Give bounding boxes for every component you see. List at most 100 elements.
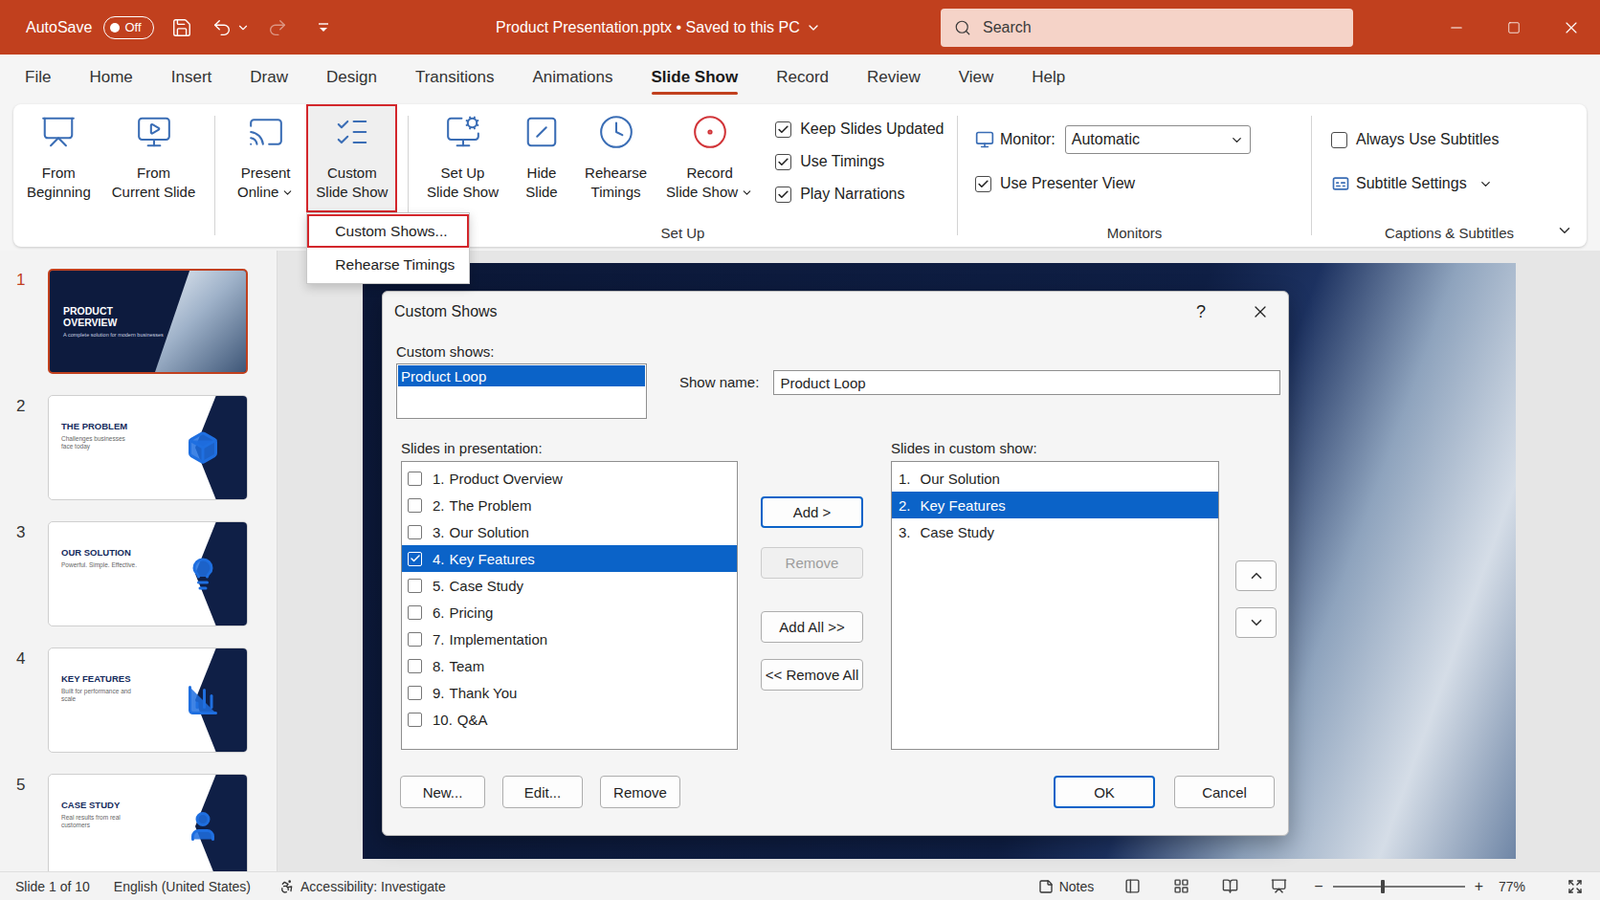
dialog-button[interactable]: Cancel (1174, 776, 1275, 809)
slide-thumbnail-row[interactable]: 1PRODUCT OVERVIEWA complete solution for… (0, 268, 277, 375)
slide-checkbox[interactable] (407, 578, 423, 594)
slide-thumbnail-row[interactable]: 2THE PROBLEMChallenges businesses face t… (0, 395, 277, 501)
ribbon-button[interactable]: RehearseTimings (577, 104, 654, 213)
language-status[interactable]: English (United States) (113, 879, 251, 895)
transfer-button[interactable]: Add > (760, 496, 864, 529)
ribbon-tab[interactable]: Design (326, 54, 378, 101)
ribbon-button[interactable]: FromBeginning (20, 104, 98, 213)
custom-shows-list[interactable]: Product Loop (396, 363, 647, 420)
move-up-button[interactable] (1235, 560, 1277, 592)
dialog-button[interactable]: Remove (600, 776, 681, 809)
ribbon-tab[interactable]: Transitions (415, 54, 495, 101)
transfer-button[interactable]: Add All >> (760, 611, 864, 644)
reading-view-icon[interactable] (1222, 878, 1239, 895)
presentation-slide-item[interactable]: 4.Key Features (401, 545, 737, 573)
checkbox-box[interactable] (775, 121, 792, 138)
slide-checkbox[interactable] (407, 498, 423, 513)
transfer-button[interactable]: << Remove All (760, 659, 864, 691)
accessibility-status[interactable]: Accessibility: Investigate (279, 879, 446, 895)
ribbon-tab[interactable]: Help (1031, 54, 1066, 101)
ribbon-button[interactable]: HideSlide (511, 104, 573, 213)
presentation-slide-item[interactable]: 1.Product Overview (401, 465, 737, 492)
collapse-ribbon-button[interactable] (1555, 222, 1574, 240)
ribbon-button[interactable]: PresentOnline (230, 104, 301, 213)
ribbon-tab[interactable]: Draw (249, 54, 289, 101)
slide-checkbox[interactable] (407, 659, 423, 674)
presentation-slide-item[interactable]: 6.Pricing (401, 599, 737, 626)
monitor-select[interactable]: Automatic (1065, 125, 1251, 155)
zoom-level[interactable]: 77% (1498, 879, 1526, 895)
ribbon-checkbox[interactable]: Use Timings (775, 145, 944, 178)
zoom-slider-thumb[interactable] (1380, 880, 1385, 894)
ribbon-tab[interactable]: File (24, 54, 51, 101)
slide-checkbox[interactable] (407, 686, 423, 701)
maximize-button[interactable] (1485, 0, 1543, 55)
ribbon-tab[interactable]: Home (88, 54, 133, 101)
undo-button[interactable] (211, 17, 233, 39)
ribbon-checkbox[interactable]: Play Narrations (775, 177, 944, 211)
ribbon-tab[interactable]: View (958, 54, 995, 101)
custom-show-slide-item[interactable]: 3.Case Study (891, 518, 1219, 546)
slide-checkbox[interactable] (407, 552, 423, 567)
ribbon-checkbox[interactable]: Always Use Subtitles (1331, 123, 1499, 156)
custom-show-item[interactable]: Product Loop (398, 365, 645, 387)
zoom-slider[interactable] (1333, 886, 1466, 889)
presentation-slide-item[interactable]: 2.The Problem (401, 491, 737, 519)
checkbox-box[interactable] (775, 154, 792, 171)
close-window-button[interactable] (1542, 0, 1600, 55)
custom-show-slides-list[interactable]: 1.Our Solution2.Key Features3.Case Study (890, 461, 1220, 751)
slide-thumbnail[interactable]: OUR SOLUTIONPowerful. Simple. Effective. (47, 521, 248, 627)
normal-view-icon[interactable] (1124, 878, 1141, 895)
presentation-slides-list[interactable]: 1.Product Overview2.The Problem3.Our Sol… (400, 461, 738, 751)
slide-checkbox[interactable] (407, 632, 423, 647)
ribbon-tab[interactable]: Review (866, 54, 921, 101)
dialog-button[interactable]: OK (1053, 776, 1156, 809)
ribbon-tab[interactable]: Record (776, 54, 829, 101)
autosave-toggle[interactable]: Off (103, 16, 155, 40)
slide-show-view-icon[interactable] (1270, 878, 1288, 895)
presentation-slide-item[interactable]: 10.Q&A (401, 706, 737, 734)
ribbon-button[interactable]: Set UpSlide Show (420, 104, 506, 213)
checkbox-box[interactable] (975, 176, 992, 193)
help-button[interactable]: ? (1186, 302, 1216, 323)
checkbox-box[interactable] (775, 186, 792, 203)
undo-dropdown[interactable] (236, 21, 250, 35)
ribbon-tab[interactable]: Slide Show (651, 54, 739, 101)
close-button[interactable] (1241, 296, 1280, 328)
ribbon-tab[interactable]: Animations (532, 54, 613, 101)
fit-to-window-button[interactable] (1567, 879, 1583, 895)
slide-thumbnail[interactable]: THE PROBLEMChallenges businesses face to… (47, 395, 248, 501)
menu-item[interactable]: Custom Shows... (307, 214, 469, 248)
ribbon-checkbox[interactable]: Keep Slides Updated (775, 112, 944, 146)
ribbon-button[interactable]: FromCurrent Slide (105, 104, 203, 213)
presentation-slide-item[interactable]: 3.Our Solution (401, 518, 737, 546)
ribbon-checkbox[interactable]: Use Presenter View (975, 167, 1251, 200)
document-title[interactable]: Product Presentation.pptx • Saved to thi… (495, 19, 941, 37)
ribbon-button[interactable]: RecordSlide Show (659, 104, 760, 213)
checkbox-box[interactable] (1331, 132, 1348, 149)
slide-thumbnail-row[interactable]: 5CASE STUDYReal results from real custom… (0, 774, 277, 872)
show-name-field[interactable]: Product Loop (773, 370, 1281, 396)
customize-toolbar-button[interactable] (316, 21, 331, 35)
ribbon-button[interactable]: CustomSlide Show (306, 104, 398, 213)
save-button[interactable] (171, 17, 193, 39)
presentation-slide-item[interactable]: 7.Implementation (401, 625, 737, 653)
slide-thumbnail[interactable]: PRODUCT OVERVIEWA complete solution for … (47, 268, 248, 375)
menu-item[interactable]: Rehearse Timings (307, 247, 469, 282)
notes-button[interactable]: Notes (1038, 879, 1095, 895)
presentation-slide-item[interactable]: 9.Thank You (401, 679, 737, 707)
slide-thumbnail[interactable]: CASE STUDYReal results from real custome… (47, 774, 248, 872)
presentation-slide-item[interactable]: 8.Team (401, 652, 737, 680)
dialog-button[interactable]: Edit... (502, 776, 583, 809)
subtitle-settings-button[interactable]: Subtitle Settings (1331, 167, 1499, 200)
slide-thumbnail-row[interactable]: 4KEY FEATURESBuilt for performance and s… (0, 647, 277, 754)
custom-show-slide-item[interactable]: 1.Our Solution (891, 465, 1219, 492)
move-down-button[interactable] (1235, 607, 1277, 639)
search-box[interactable]: Search (940, 8, 1354, 47)
slide-checkbox[interactable] (407, 525, 423, 540)
presentation-slide-item[interactable]: 5.Case Study (401, 572, 737, 600)
custom-show-slide-item[interactable]: 2.Key Features (891, 491, 1219, 519)
zoom-out-button[interactable]: − (1313, 878, 1323, 896)
slide-checkbox[interactable] (407, 605, 423, 621)
dialog-button[interactable]: New... (400, 776, 486, 809)
